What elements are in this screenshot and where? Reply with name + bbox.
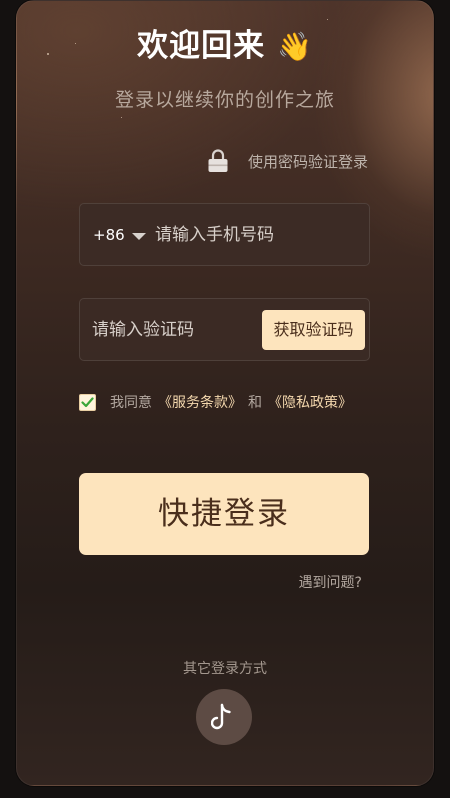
login-screen: 欢迎回来 👋 登录以继续你的创作之旅 使用密码验证登录 +86 获取验证码 我同… — [0, 0, 450, 798]
page-subtitle: 登录以继续你的创作之旅 — [114, 89, 335, 111]
agree-prefix: 我同意 — [110, 395, 152, 411]
password-login-label: 使用密码验证登录 — [248, 152, 369, 171]
sparkle — [121, 117, 122, 118]
chevron-down-icon[interactable] — [132, 233, 146, 240]
phone-field: +86 — [79, 203, 370, 266]
terms-link[interactable]: 《服务条款》 — [158, 392, 242, 412]
code-input[interactable] — [92, 299, 257, 360]
agree-and: 和 — [248, 395, 262, 411]
agree-checkbox[interactable] — [79, 393, 96, 411]
privacy-link[interactable]: 《隐私政策》 — [268, 392, 352, 412]
verification-code-field: 获取验证码 — [79, 298, 370, 361]
country-code[interactable]: +86 — [93, 204, 125, 267]
phone-input[interactable] — [155, 204, 355, 265]
waving-hand-icon: 👋 — [276, 30, 313, 63]
checkmark-icon — [81, 396, 94, 407]
other-login-label: 其它登录方式 — [183, 661, 267, 677]
password-login-link[interactable]: 使用密码验证登录 — [206, 146, 368, 176]
quick-login-button[interactable]: 快捷登录 — [79, 473, 369, 555]
lock-icon — [208, 149, 228, 172]
tiktok-login-button[interactable] — [196, 689, 252, 745]
get-code-button[interactable]: 获取验证码 — [262, 310, 365, 350]
tiktok-icon — [211, 703, 231, 730]
agreement-row: 我同意 《服务条款》 和 《隐私政策》 — [79, 390, 358, 414]
page-title: 欢迎回来 👋 — [0, 20, 450, 65]
help-link[interactable]: 遇到问题? — [299, 572, 362, 592]
title-text: 欢迎回来 — [137, 28, 266, 64]
